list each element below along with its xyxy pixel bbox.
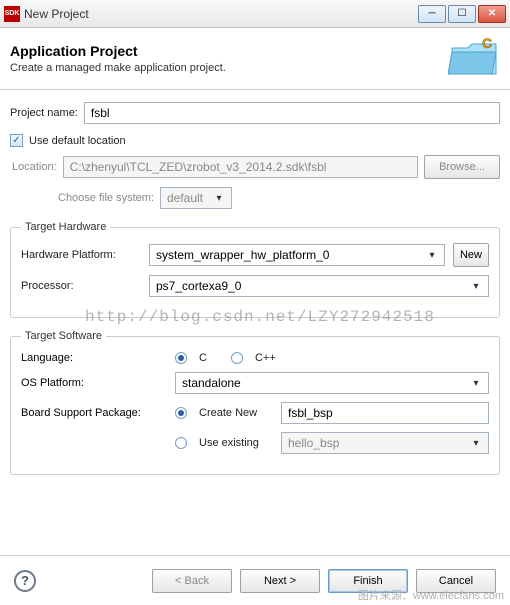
target-software-legend: Target Software bbox=[21, 330, 106, 342]
finish-button[interactable]: Finish bbox=[328, 569, 408, 593]
project-name-input[interactable] bbox=[84, 102, 500, 124]
minimize-button[interactable]: ─ bbox=[418, 5, 446, 23]
chevron-down-icon: ▾ bbox=[468, 281, 484, 292]
bsp-use-existing-select: hello_bsp ▾ bbox=[281, 432, 489, 454]
location-label: Location: bbox=[12, 161, 57, 173]
app-icon: SDK bbox=[4, 6, 20, 22]
back-button: < Back bbox=[152, 569, 232, 593]
filesystem-select: default ▾ bbox=[160, 187, 232, 209]
chevron-down-icon: ▾ bbox=[468, 438, 484, 449]
cancel-button[interactable]: Cancel bbox=[416, 569, 496, 593]
processor-label: Processor: bbox=[21, 280, 141, 292]
chevron-down-icon: ▾ bbox=[468, 378, 484, 389]
new-hw-button[interactable]: New bbox=[453, 243, 489, 267]
language-label: Language: bbox=[21, 352, 167, 364]
use-default-location-checkbox[interactable] bbox=[10, 134, 23, 147]
hw-platform-value: system_wrapper_hw_platform_0 bbox=[156, 248, 329, 262]
choose-fs-label: Choose file system: bbox=[58, 192, 154, 204]
os-platform-value: standalone bbox=[182, 376, 241, 390]
language-c-radio[interactable] bbox=[175, 352, 187, 364]
hw-platform-select[interactable]: system_wrapper_hw_platform_0 ▾ bbox=[149, 244, 445, 266]
bsp-use-existing-radio[interactable] bbox=[175, 437, 187, 449]
titlebar: SDK New Project ─ ☐ ✕ bbox=[0, 0, 510, 28]
bsp-create-new-input[interactable] bbox=[281, 402, 489, 424]
banner-subtitle: Create a managed make application projec… bbox=[10, 62, 226, 74]
language-c-label: C bbox=[199, 352, 207, 364]
os-platform-label: OS Platform: bbox=[21, 377, 167, 389]
location-input bbox=[63, 156, 418, 178]
browse-button: Browse... bbox=[424, 155, 500, 179]
processor-value: ps7_cortexa9_0 bbox=[156, 279, 241, 293]
close-button[interactable]: ✕ bbox=[478, 5, 506, 23]
hw-platform-label: Hardware Platform: bbox=[21, 249, 141, 261]
wizard-bottom-bar: ? < Back Next > Finish Cancel bbox=[0, 555, 510, 605]
target-software-group: Target Software Language: C C++ OS Platf… bbox=[10, 330, 500, 475]
bsp-create-new-radio[interactable] bbox=[175, 407, 187, 419]
banner-title: Application Project bbox=[10, 43, 226, 59]
project-name-label: Project name: bbox=[10, 107, 78, 119]
filesystem-value: default bbox=[167, 191, 203, 205]
wizard-banner: Application Project Create a managed mak… bbox=[0, 28, 510, 90]
bsp-label: Board Support Package: bbox=[21, 407, 167, 419]
target-hardware-legend: Target Hardware bbox=[21, 221, 110, 233]
language-cpp-label: C++ bbox=[255, 352, 276, 364]
bsp-create-new-label: Create New bbox=[199, 407, 273, 419]
bsp-use-existing-label: Use existing bbox=[199, 437, 273, 449]
maximize-button[interactable]: ☐ bbox=[448, 5, 476, 23]
help-icon[interactable]: ? bbox=[14, 570, 36, 592]
svg-text:C: C bbox=[482, 35, 492, 51]
bsp-use-existing-value: hello_bsp bbox=[288, 436, 339, 450]
chevron-down-icon: ▾ bbox=[424, 250, 440, 261]
next-button[interactable]: Next > bbox=[240, 569, 320, 593]
target-hardware-group: Target Hardware Hardware Platform: syste… bbox=[10, 221, 500, 318]
use-default-location-label: Use default location bbox=[29, 135, 126, 147]
chevron-down-icon: ▾ bbox=[211, 193, 227, 204]
language-cpp-radio[interactable] bbox=[231, 352, 243, 364]
os-platform-select[interactable]: standalone ▾ bbox=[175, 372, 489, 394]
processor-select[interactable]: ps7_cortexa9_0 ▾ bbox=[149, 275, 489, 297]
window-title: New Project bbox=[24, 7, 89, 21]
banner-icon: C bbox=[448, 34, 500, 78]
